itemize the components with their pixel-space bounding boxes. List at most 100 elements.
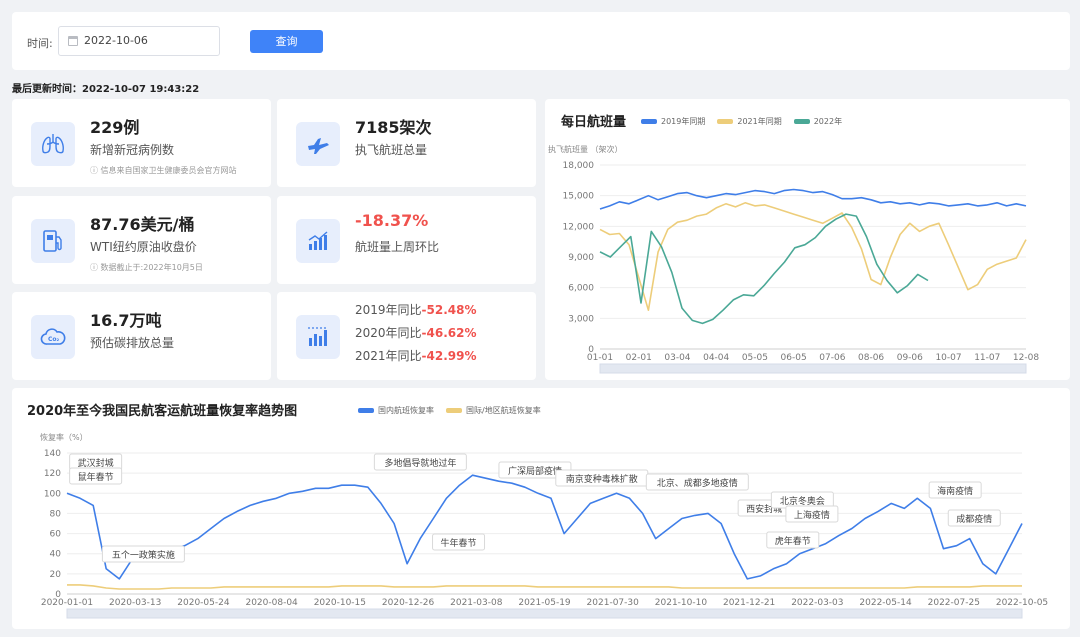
- stat-yoy: 2019年同比-52.48% 2020年同比-46.62% 2021年同比-42…: [277, 292, 536, 380]
- daily-xtick-label: 04-04: [703, 353, 729, 363]
- flights-value: 7185架次: [355, 118, 432, 137]
- bar-trend-icon: [296, 219, 340, 263]
- recovery-xtick-label: 2022-07-25: [928, 598, 980, 608]
- recovery-series-line-0: [66, 474, 1023, 580]
- daily-xtick-label: 02-01: [626, 353, 652, 363]
- yoy-2019-value: -52.48%: [421, 303, 477, 317]
- recovery-ytick-label: 60: [50, 530, 62, 540]
- annotation-label: 武汉封城: [78, 457, 114, 469]
- recovery-xtick-label: 2020-01-01: [41, 598, 93, 608]
- annotation-label: 牛年春节: [441, 537, 477, 549]
- stat-covid: 229例 新增新冠病例数 ⓘ 信息来自国家卫生健康委员会官方网站: [12, 99, 271, 187]
- annotation-label: 北京冬奥会: [780, 495, 825, 507]
- yoy-2021: 2021年同比-42.99%: [355, 347, 477, 364]
- yoy-2021-label: 2021年同比: [355, 349, 422, 363]
- annotation-label: 上海疫情: [794, 509, 830, 521]
- oil-label: WTI纽约原油收盘价: [90, 240, 197, 254]
- yoy-2020: 2020年同比-46.62%: [355, 324, 477, 341]
- recovery-ytick-label: 120: [44, 469, 61, 479]
- annotation-label: 虎年春节: [775, 535, 811, 547]
- daily-xtick-label: 07-06: [819, 353, 845, 363]
- stat-oil: 87.76美元/桶 WTI纽约原油收盘价 ⓘ 数据截止于:2022年10月5日: [12, 196, 271, 284]
- recovery-ytick-label: 100: [44, 489, 61, 499]
- annotation-label: 南京变种毒株扩散: [566, 473, 638, 485]
- daily-xtick-label: 11-07: [974, 353, 1000, 363]
- carbon-value: 16.7万吨: [90, 311, 162, 330]
- annotation-label: 多地倡导就地过年: [384, 457, 456, 469]
- annotation-label: 海南疫情: [937, 485, 973, 497]
- covid-label: 新增新冠病例数: [90, 143, 175, 157]
- recovery-xtick-label: 2021-03-08: [450, 598, 503, 608]
- annotation-label: 北京、成都多地疫情: [657, 477, 738, 489]
- daily-flights-card: 每日航班量 2019年同期 2021年同期 2022年 执飞航班量 （架次） 0…: [545, 99, 1070, 380]
- recovery-xtick-label: 2021-10-10: [655, 598, 708, 608]
- flights-label: 执飞航班总量: [355, 143, 428, 157]
- daily-flights-chart: 03,0006,0009,00012,00015,00018,00001-01 0…: [563, 161, 1039, 374]
- daily-xtick-label: 06-05: [781, 353, 807, 363]
- covid-value: 229例: [90, 118, 140, 137]
- covid-note: ⓘ 信息来自国家卫生健康委员会官方网站: [90, 166, 237, 175]
- recovery-card: 2020年至今我国民航客运航班量恢复率趋势图 国内航班恢复率 国际/地区航班恢复…: [12, 388, 1070, 629]
- wow-value: -18.37%: [355, 211, 429, 230]
- yoy-2020-value: -46.62%: [421, 326, 477, 340]
- recovery-xtick-label: 2022-10-05: [996, 598, 1048, 608]
- daily-xtick-label: 09-06: [897, 353, 923, 363]
- covid-note-text: 信息来自国家卫生健康委员会官方网站: [100, 166, 237, 175]
- daily-xtick-label: 05-05: [742, 353, 768, 363]
- wow-label: 航班量上周环比: [355, 240, 440, 254]
- daily-xtick-label: 01-01: [587, 353, 613, 363]
- annotation-label: 鼠年春节: [78, 471, 114, 483]
- stat-flights: 7185架次 执飞航班总量: [277, 99, 536, 187]
- bar-chart-icon: [296, 315, 340, 359]
- recovery-zoom-slider: [66, 608, 1023, 619]
- carbon-label: 预估碳排放总量: [90, 336, 175, 350]
- recovery-xtick-label: 2020-08-04: [245, 598, 298, 608]
- recovery-ytick-label: 20: [50, 570, 62, 580]
- daily-ytick-label: 18,000: [563, 161, 595, 171]
- recovery-xtick-label: 2022-05-14: [859, 598, 912, 608]
- daily-ytick-label: 15,000: [563, 192, 595, 202]
- recovery-chart: 0204060801001201402020-01-01 2020-03-13 20…: [41, 449, 1048, 619]
- time-label: 时间:: [27, 37, 53, 50]
- last-updated: 最后更新时间：2022-10-07 19:43:22: [12, 84, 200, 95]
- recovery-xtick-label: 2021-05-19: [518, 598, 571, 608]
- oil-note-text: 数据截止于:2022年10月5日: [100, 263, 203, 272]
- date-picker[interactable]: 2022-10-06: [58, 26, 220, 56]
- lungs-icon: [31, 122, 75, 166]
- recovery-xtick-label: 2021-12-21: [723, 598, 775, 608]
- daily-zoom-slider: [599, 363, 1027, 374]
- recovery-series-line-1: [67, 584, 1022, 590]
- fuel-pump-icon: [31, 219, 75, 263]
- recovery-ytick-label: 140: [44, 449, 61, 459]
- date-value: 2022-10-06: [84, 34, 148, 47]
- recovery-xtick-label: 2020-05-24: [177, 598, 230, 608]
- oil-note: ⓘ 数据截止于:2022年10月5日: [90, 263, 203, 272]
- daily-xtick-label: 10-07: [935, 353, 961, 363]
- daily-series-line-0: [599, 188, 1027, 210]
- airplane-icon: [296, 122, 340, 166]
- recovery-ytick-label: 80: [50, 509, 62, 519]
- annotation-label: 五个一政策实施: [112, 549, 175, 561]
- daily-ytick-label: 6,000: [568, 284, 594, 294]
- yoy-2020-label: 2020年同比: [355, 326, 422, 340]
- recovery-ytick-label: 40: [50, 550, 62, 560]
- daily-xtick-label: 03-04: [664, 353, 690, 363]
- calendar-icon: [68, 36, 78, 46]
- recovery-xtick-label: 2022-03-03: [791, 598, 843, 608]
- co2-cloud-icon: Co₂: [31, 315, 75, 359]
- daily-ytick-label: 3,000: [568, 314, 594, 324]
- oil-value: 87.76美元/桶: [90, 215, 195, 234]
- svg-text:Co₂: Co₂: [48, 336, 60, 343]
- query-button[interactable]: 查询: [250, 30, 323, 53]
- recovery-xtick-label: 2020-12-26: [382, 598, 435, 608]
- daily-ytick-label: 9,000: [568, 253, 594, 263]
- daily-xtick-label: 08-06: [858, 353, 884, 363]
- daily-ytick-label: 12,000: [563, 222, 595, 232]
- annotation-label: 广深局部疫情: [508, 465, 562, 477]
- recovery-xtick-label: 2021-07-30: [587, 598, 640, 608]
- recovery-xtick-label: 2020-10-15: [314, 598, 366, 608]
- yoy-2021-value: -42.99%: [421, 349, 477, 363]
- daily-xtick-label: 12-08: [1013, 353, 1039, 363]
- stat-carbon: Co₂ 16.7万吨 预估碳排放总量: [12, 292, 271, 380]
- yoy-2019-label: 2019年同比: [355, 303, 422, 317]
